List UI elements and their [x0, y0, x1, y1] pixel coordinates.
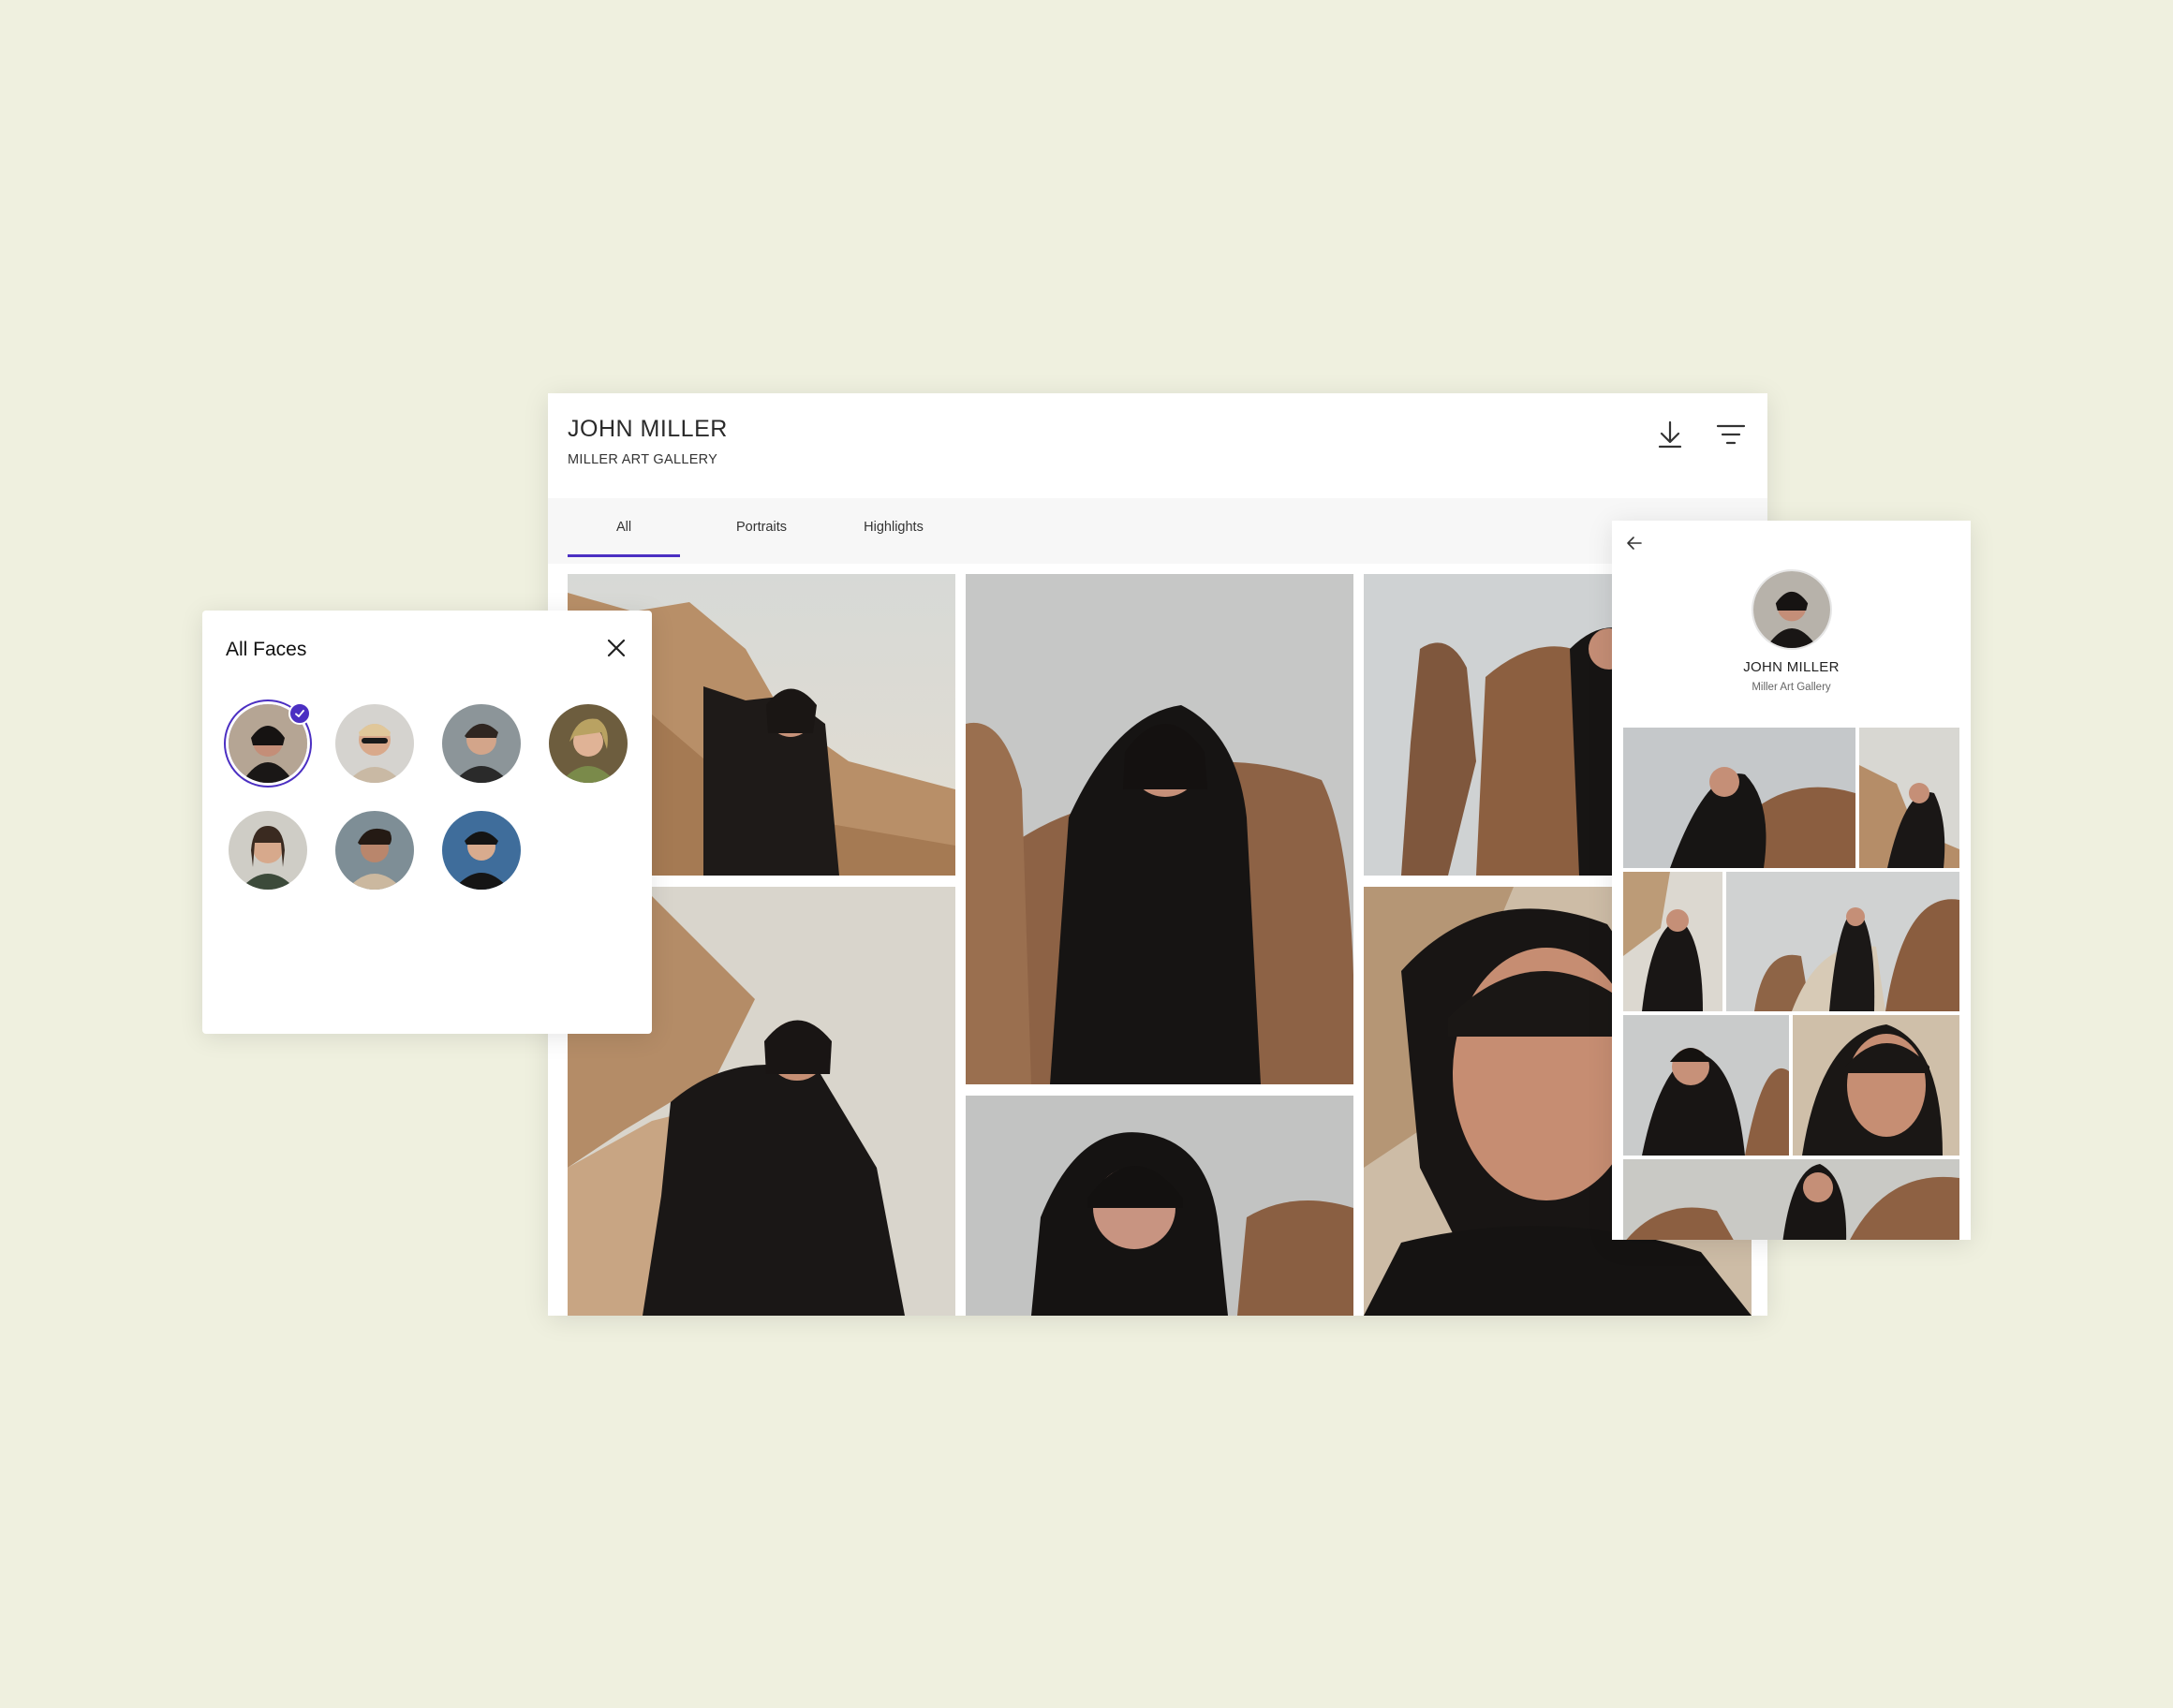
profile-photo[interactable] [1623, 728, 1855, 868]
download-icon [1658, 420, 1682, 449]
arrow-left-icon [1627, 537, 1642, 550]
close-icon [607, 639, 626, 657]
gallery-subtitle: MILLER ART GALLERY [568, 452, 718, 467]
profile-photo[interactable] [1623, 1159, 1959, 1240]
profile-name: JOHN MILLER [1743, 659, 1840, 675]
face-avatar[interactable] [442, 704, 521, 783]
gallery-photo[interactable] [966, 1096, 1353, 1316]
face-avatar[interactable] [442, 811, 521, 890]
close-button[interactable] [596, 627, 637, 669]
filter-button[interactable] [1710, 414, 1752, 455]
download-button[interactable] [1649, 414, 1691, 455]
profile-photo[interactable] [1793, 1015, 1959, 1156]
gallery-header: JOHN MILLER MILLER ART GALLERY [548, 393, 1767, 498]
face-avatar[interactable] [549, 704, 628, 783]
profile-photo[interactable] [1859, 728, 1959, 868]
tab-portraits[interactable]: Portraits [705, 498, 818, 554]
gallery-photo[interactable] [966, 574, 1353, 1084]
gallery-title: JOHN MILLER [568, 416, 728, 442]
profile-photo[interactable] [1726, 872, 1959, 1011]
back-button[interactable] [1616, 524, 1653, 562]
tab-highlights[interactable]: Highlights [835, 498, 952, 554]
profile-photo[interactable] [1623, 872, 1722, 1011]
selected-check-icon [288, 702, 311, 725]
filter-icon [1716, 424, 1746, 445]
tab-all[interactable]: All [568, 498, 680, 557]
all-faces-panel: All Faces [202, 611, 652, 1034]
profile-avatar [1752, 569, 1832, 650]
faces-panel-title: All Faces [226, 639, 307, 660]
gallery-window: JOHN MILLER MILLER ART GALLERY All Portr… [548, 393, 1767, 1316]
face-avatar[interactable] [229, 811, 307, 890]
gallery-tabs: All Portraits Highlights [548, 498, 1767, 564]
profile-subtitle: Miller Art Gallery [1752, 682, 1831, 693]
profile-photo[interactable] [1623, 1015, 1789, 1156]
profile-panel: JOHN MILLER Miller Art Gallery [1612, 521, 1971, 1240]
face-avatar[interactable] [335, 811, 414, 890]
face-avatar[interactable] [335, 704, 414, 783]
